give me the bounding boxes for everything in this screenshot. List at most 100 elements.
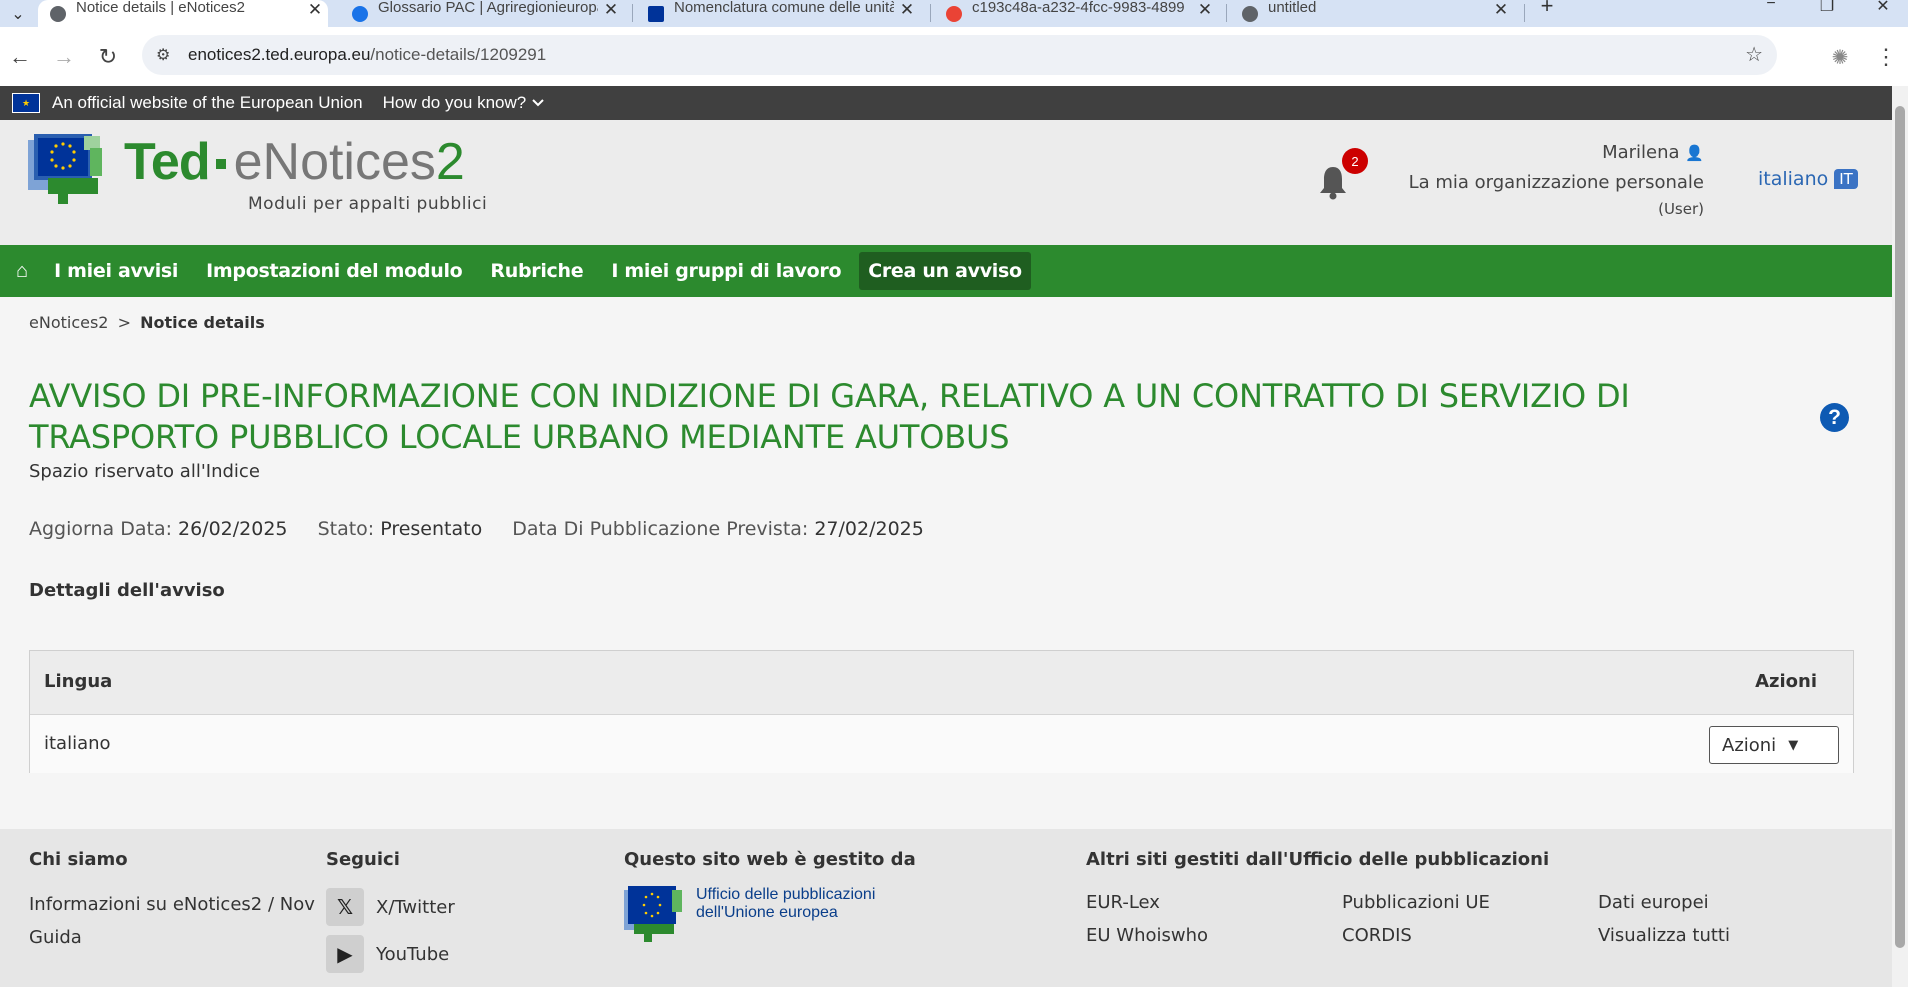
back-arrow-icon[interactable]: ←: [2, 39, 38, 75]
address-bar[interactable]: ⚙ enotices2.ted.europa.eu/notice-details…: [142, 35, 1777, 75]
home-icon[interactable]: ⌂: [16, 260, 28, 283]
ted-logo-icon[interactable]: [28, 134, 118, 210]
column-header-language: Lingua: [44, 671, 113, 692]
breadcrumb: eNotices2 > Notice details: [29, 313, 265, 332]
breadcrumb-current: Notice details: [140, 313, 265, 332]
user-icon: 👤: [1685, 144, 1704, 162]
view-all-link[interactable]: Visualizza tutti: [1598, 919, 1730, 952]
publication-date-label: Data Di Pubblicazione Prevista:: [512, 518, 809, 540]
reload-icon[interactable]: ↻: [90, 39, 126, 75]
column-header-actions: Azioni: [1755, 671, 1817, 692]
language-selector[interactable]: italiano IT: [1758, 168, 1858, 190]
page-title: AVVISO DI PRE-INFORMAZIONE CON INDIZIONE…: [29, 377, 1630, 456]
user-name-label: Marilena: [1602, 142, 1680, 163]
table-header: Lingua Azioni: [30, 651, 1853, 715]
tab-search-chevron-icon[interactable]: ⌄: [4, 0, 32, 27]
publication-date-value: 27/02/2025: [814, 518, 924, 540]
youtube-icon: ▶: [326, 935, 364, 973]
footer-managed-heading: Questo sito web è gestito da: [624, 849, 916, 870]
youtube-link[interactable]: ▶ YouTube: [326, 935, 455, 973]
language-table: Lingua Azioni italiano Azioni ▼: [29, 650, 1854, 773]
browser-tab[interactable]: untitled ✕: [1230, 0, 1514, 27]
browser-tab-active[interactable]: Notice details | eNotices2 ✕: [38, 0, 328, 27]
notifications-bell-icon[interactable]: [1318, 164, 1348, 200]
url-path: /notice-details/1209291: [370, 45, 547, 64]
eu-whoiswho-link[interactable]: EU Whoiswho: [1086, 919, 1208, 952]
menu-item-create-notice[interactable]: Crea un avviso: [859, 252, 1031, 290]
footer-other-heading: Altri siti gestiti dall'Ufficio delle pu…: [1086, 849, 1550, 870]
footer-other-col3: Dati europei Visualizza tutti: [1598, 886, 1730, 952]
restore-window-icon[interactable]: ❐: [1812, 0, 1842, 19]
browser-tab[interactable]: Nomenclatura comune delle unità ✕: [636, 0, 920, 27]
tab-separator: [1226, 4, 1227, 22]
user-name[interactable]: Marilena 👤: [1602, 142, 1704, 163]
eu-official-text: An official website of the European Unio…: [52, 93, 363, 112]
url-text[interactable]: enotices2.ted.europa.eu/notice-details/1…: [188, 45, 546, 65]
menu-item-form-settings[interactable]: Impostazioni del modulo: [206, 260, 463, 282]
tab-title: Nomenclatura comune delle unità: [674, 0, 894, 16]
menu-item-my-notices[interactable]: I miei avvisi: [54, 260, 178, 282]
footer-other-col1: EUR-Lex EU Whoiswho: [1086, 886, 1208, 952]
x-twitter-icon: 𝕏: [326, 888, 364, 926]
browser-toolbar: ← → ↻ ⚙ enotices2.ted.europa.eu/notice-d…: [0, 27, 1908, 86]
footer-guide-link[interactable]: Guida: [29, 921, 319, 954]
page-scrollbar[interactable]: [1892, 86, 1908, 987]
cordis-link[interactable]: CORDIS: [1342, 919, 1490, 952]
close-tab-icon[interactable]: ✕: [1488, 0, 1514, 20]
tab-title: Notice details | eNotices2: [76, 0, 245, 16]
footer-about: Chi siamo Informazioni su eNotices2 / No…: [29, 849, 319, 954]
footer-follow-heading: Seguici: [326, 849, 400, 870]
publications-office-logo[interactable]: Ufficio delle pubblicazioni dell'Unione …: [624, 886, 916, 944]
status-value: Presentato: [380, 518, 483, 540]
extensions-icon[interactable]: ✺: [1822, 39, 1858, 75]
how-do-you-know-toggle[interactable]: How do you know?: [383, 93, 545, 113]
browser-tab[interactable]: c193c48a-a232-4fcc-9983-4899 ✕: [934, 0, 1218, 27]
close-tab-icon[interactable]: ✕: [1192, 0, 1218, 20]
eur-lex-link[interactable]: EUR-Lex: [1086, 886, 1208, 919]
breadcrumb-separator: >: [117, 313, 131, 332]
bookmark-star-icon[interactable]: ☆: [1745, 42, 1763, 67]
breadcrumb-root-link[interactable]: eNotices2: [29, 313, 108, 332]
help-icon[interactable]: ?: [1820, 403, 1849, 432]
browser-tab[interactable]: Glossario PAC | Agriregionieuropa ✕: [340, 0, 624, 27]
footer-about-heading: Chi siamo: [29, 849, 128, 870]
twitter-link[interactable]: 𝕏 X/Twitter: [326, 888, 455, 926]
eu-flag-icon: ★: [12, 93, 40, 113]
minimize-window-icon[interactable]: −: [1756, 0, 1786, 17]
close-tab-icon[interactable]: ✕: [302, 0, 328, 20]
update-date-label: Aggiorna Data:: [29, 518, 172, 540]
user-role: (User): [1658, 200, 1704, 218]
brand-wordmark[interactable]: Ted eNotices2: [124, 134, 465, 190]
caret-down-icon: ▼: [1788, 737, 1799, 753]
footer-follow: Seguici 𝕏 X/Twitter ▶ YouTube: [326, 849, 455, 982]
brand-ted: Ted: [124, 133, 211, 191]
close-window-icon[interactable]: ✕: [1868, 0, 1898, 19]
eu-official-bar: ★ An official website of the European Un…: [0, 86, 1892, 120]
table-row: italiano Azioni ▼: [30, 715, 1853, 773]
close-tab-icon[interactable]: ✕: [894, 0, 920, 20]
european-data-link[interactable]: Dati europei: [1598, 886, 1730, 919]
op-name-line2: dell'Unione europea: [696, 904, 838, 921]
close-tab-icon[interactable]: ✕: [598, 0, 624, 20]
chevron-down-icon: [532, 99, 544, 107]
how-do-you-know-label: How do you know?: [382, 93, 527, 112]
reserved-space-text: Spazio riservato all'Indice: [29, 461, 260, 482]
new-tab-button[interactable]: +: [1532, 0, 1562, 19]
tab-separator: [930, 4, 931, 22]
publications-office-logo-icon: [624, 886, 682, 942]
footer-other-sites: Altri siti gestiti dall'Ufficio delle pu…: [1086, 849, 1549, 888]
site-info-icon[interactable]: ⚙: [156, 45, 170, 65]
forward-arrow-icon[interactable]: →: [46, 39, 82, 75]
eu-publications-link[interactable]: Pubblicazioni UE: [1342, 886, 1490, 919]
tab-title: c193c48a-a232-4fcc-9983-4899: [972, 0, 1185, 16]
menu-item-workgroups[interactable]: I miei gruppi di lavoro: [611, 260, 841, 282]
browser-menu-icon[interactable]: ⋮: [1868, 39, 1904, 75]
main-menu: ⌂ I miei avvisi Impostazioni del modulo …: [0, 245, 1892, 297]
brand-enotices: eNotices: [233, 133, 436, 191]
eu-flag-icon: [648, 5, 664, 22]
scrollbar-thumb[interactable]: [1895, 106, 1905, 948]
brand-dot: [215, 159, 226, 169]
actions-dropdown-button[interactable]: Azioni ▼: [1709, 726, 1839, 764]
menu-item-address-books[interactable]: Rubriche: [490, 260, 583, 282]
footer-about-link[interactable]: Informazioni su eNotices2 / Nov: [29, 888, 319, 921]
